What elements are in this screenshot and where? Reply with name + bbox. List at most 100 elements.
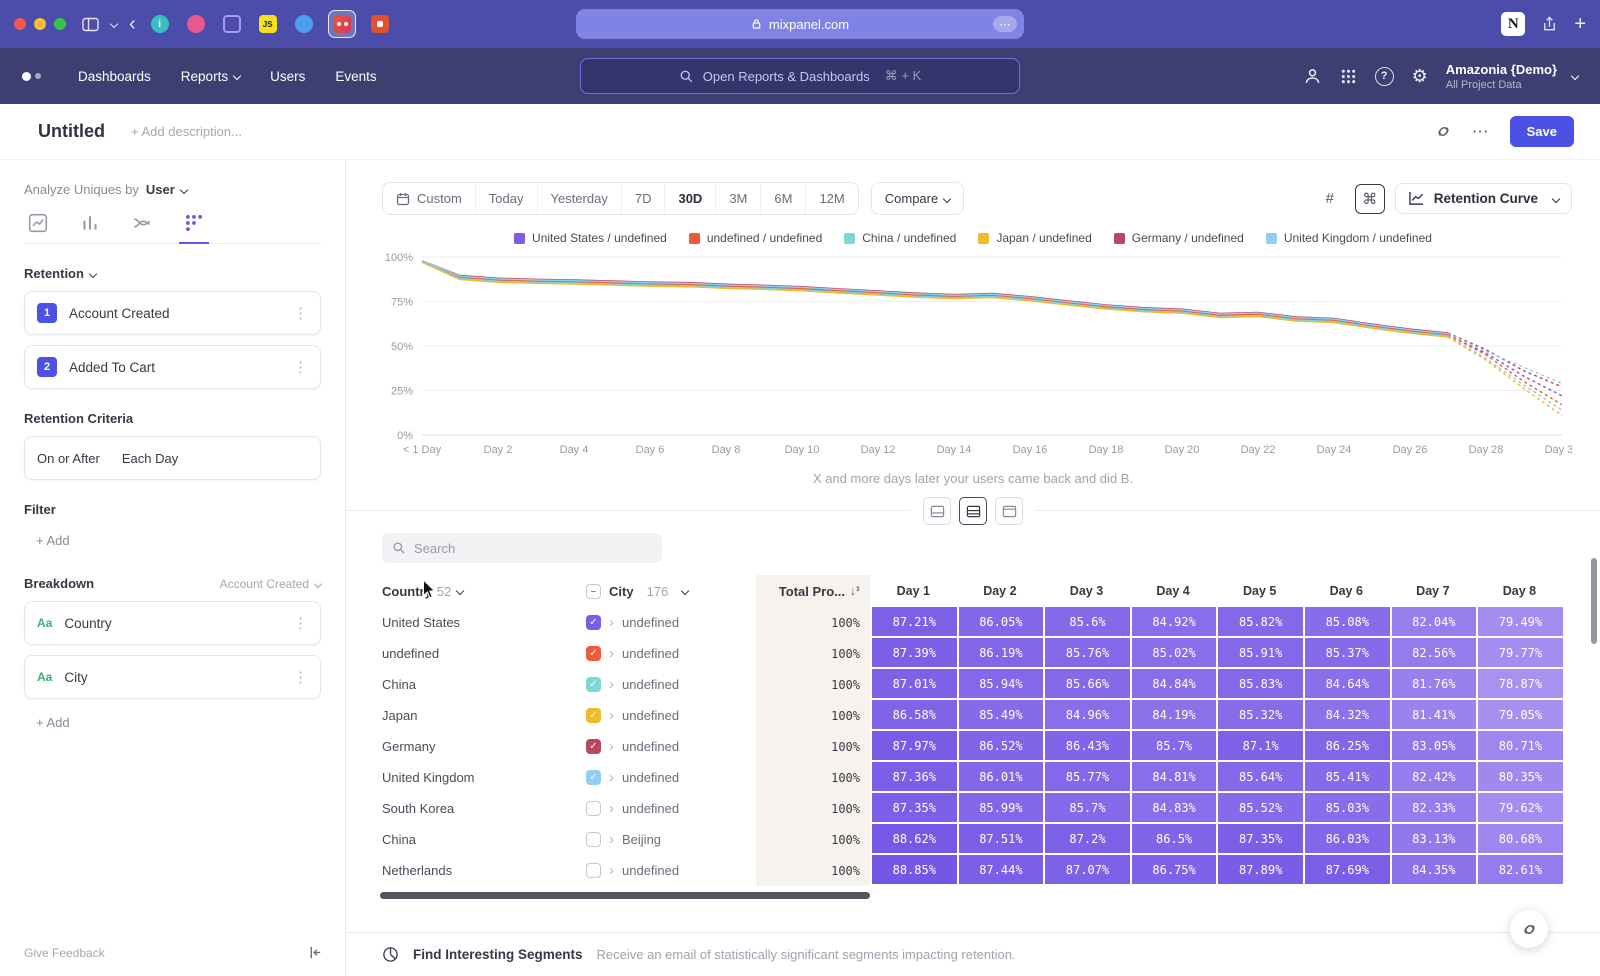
row-checkbox[interactable]: ✓ xyxy=(586,708,601,723)
legend-item[interactable]: Germany / undefined xyxy=(1114,231,1244,245)
more-options-button[interactable]: ⋯ xyxy=(1472,122,1490,142)
add-description-field[interactable]: + Add description... xyxy=(131,124,242,139)
close-window-button[interactable] xyxy=(14,18,26,30)
legend-item[interactable]: China / undefined xyxy=(844,231,956,245)
analyze-entity-selector[interactable]: User xyxy=(146,182,187,197)
select-all-checkbox[interactable]: – xyxy=(586,584,601,599)
tab-favicon-info-icon[interactable]: i xyxy=(148,12,172,36)
kebab-menu-icon[interactable]: ⋮ xyxy=(293,614,308,632)
tab-insights-icon[interactable] xyxy=(28,213,48,243)
command-icon[interactable]: ⌘ xyxy=(1355,184,1385,214)
add-breakdown-button[interactable]: + Add xyxy=(24,715,70,730)
col-header-day[interactable]: Day 5 xyxy=(1216,584,1303,598)
col-header-city[interactable]: – City176 xyxy=(562,584,756,599)
criteria-primary[interactable]: On or After xyxy=(37,451,100,466)
share-link-floating-button[interactable] xyxy=(1510,910,1548,948)
date-range-30d[interactable]: 30D xyxy=(665,183,716,214)
criteria-secondary[interactable]: Each Day xyxy=(122,451,178,466)
legend-item[interactable]: undefined / undefined xyxy=(689,231,822,245)
criteria-card[interactable]: On or After Each Day xyxy=(24,436,321,480)
retention-step[interactable]: 2Added To Cart⋮ xyxy=(24,345,321,389)
segments-title[interactable]: Find Interesting Segments xyxy=(413,947,583,962)
apps-grid-icon[interactable] xyxy=(1340,68,1357,85)
row-checkbox[interactable]: ✓ xyxy=(586,646,601,661)
zoom-window-button[interactable] xyxy=(54,18,66,30)
tab-retention-icon[interactable] xyxy=(184,213,204,243)
col-header-day[interactable]: Day 8 xyxy=(1476,584,1563,598)
date-range-3m[interactable]: 3M xyxy=(716,183,761,214)
nav-item-users[interactable]: Users xyxy=(255,69,320,84)
expand-chevron-icon[interactable]: › xyxy=(609,708,614,723)
row-checkbox[interactable]: ✓ xyxy=(586,677,601,692)
nav-item-dashboards[interactable]: Dashboards xyxy=(63,69,166,84)
help-icon[interactable]: ? xyxy=(1375,67,1394,86)
expand-chevron-icon[interactable]: › xyxy=(609,770,614,785)
kebab-menu-icon[interactable]: ⋮ xyxy=(293,358,308,376)
gear-icon[interactable]: ⚙ xyxy=(1412,67,1428,85)
col-header-day[interactable]: Day 3 xyxy=(1043,584,1130,598)
tab-favicon-blue-icon[interactable] xyxy=(292,12,316,36)
nav-item-events[interactable]: Events xyxy=(320,69,391,84)
tab-funnels-icon[interactable] xyxy=(80,213,100,243)
date-range-today[interactable]: Today xyxy=(476,183,538,214)
copy-link-icon[interactable] xyxy=(1435,123,1452,140)
date-range-12m[interactable]: 12M xyxy=(806,183,857,214)
page-title[interactable]: Untitled xyxy=(38,121,105,142)
add-filter-button[interactable]: + Add xyxy=(24,533,70,548)
view-split-icon[interactable] xyxy=(959,497,987,525)
expand-chevron-icon[interactable]: › xyxy=(609,615,614,630)
global-search-bar[interactable]: Open Reports & Dashboards ⌘ + K xyxy=(580,58,1020,94)
expand-chevron-icon[interactable]: › xyxy=(609,863,614,878)
kebab-menu-icon[interactable]: ⋮ xyxy=(293,668,308,686)
date-range-7d[interactable]: 7D xyxy=(622,183,666,214)
breakdown-context-selector[interactable]: Account Created xyxy=(220,577,321,591)
table-search[interactable] xyxy=(382,533,662,563)
date-range-custom[interactable]: Custom xyxy=(383,183,476,214)
share-icon[interactable] xyxy=(1541,15,1558,33)
row-checkbox[interactable] xyxy=(586,801,601,816)
breakdown-item[interactable]: AaCountry⋮ xyxy=(24,601,321,645)
horizontal-scrollbar[interactable] xyxy=(380,892,870,899)
expand-chevron-icon[interactable]: › xyxy=(609,832,614,847)
tab-mixpanel-icon[interactable] xyxy=(328,10,356,38)
legend-item[interactable]: United Kingdom / undefined xyxy=(1266,231,1432,245)
tab-favicon-pink-icon[interactable] xyxy=(184,12,208,36)
expand-chevron-icon[interactable]: › xyxy=(609,646,614,661)
chevron-down-icon[interactable] xyxy=(111,21,117,27)
row-checkbox[interactable]: ✓ xyxy=(586,739,601,754)
view-table-only-icon[interactable] xyxy=(995,497,1023,525)
tab-favicon-red-icon[interactable] xyxy=(368,12,392,36)
col-header-day[interactable]: Day 4 xyxy=(1130,584,1217,598)
tab-favicon-js-icon[interactable]: JS xyxy=(256,12,280,36)
new-tab-icon[interactable]: + xyxy=(1574,13,1586,36)
back-icon[interactable]: ‹ xyxy=(129,13,136,36)
tab-flows-icon[interactable] xyxy=(132,213,152,243)
row-checkbox[interactable]: ✓ xyxy=(586,770,601,785)
row-checkbox[interactable]: ✓ xyxy=(586,615,601,630)
legend-item[interactable]: Japan / undefined xyxy=(978,231,1091,245)
col-header-total[interactable]: Total Pro...↓¹ xyxy=(756,575,870,607)
table-search-input[interactable] xyxy=(414,541,634,556)
compare-button[interactable]: Compare xyxy=(871,182,964,215)
row-checkbox[interactable] xyxy=(586,863,601,878)
address-bar[interactable]: mixpanel.com ⋯ xyxy=(576,9,1024,39)
nav-item-reports[interactable]: Reports xyxy=(166,69,255,84)
browser-sidebar-icon[interactable] xyxy=(82,17,99,32)
expand-chevron-icon[interactable]: › xyxy=(609,739,614,754)
address-bar-more-button[interactable]: ⋯ xyxy=(993,16,1017,32)
minimize-window-button[interactable] xyxy=(34,18,46,30)
vertical-scrollbar[interactable] xyxy=(1591,558,1597,644)
col-header-day[interactable]: Day 7 xyxy=(1390,584,1477,598)
view-chart-only-icon[interactable] xyxy=(923,497,951,525)
col-header-day[interactable]: Day 1 xyxy=(870,584,957,598)
project-switcher[interactable]: Amazonia {Demo} All Project Data xyxy=(1446,62,1578,91)
date-range-yesterday[interactable]: Yesterday xyxy=(538,183,622,214)
mixpanel-logo[interactable] xyxy=(22,72,41,81)
col-header-country[interactable]: Country52 xyxy=(382,584,562,599)
save-button[interactable]: Save xyxy=(1510,116,1574,147)
kebab-menu-icon[interactable]: ⋮ xyxy=(293,304,308,322)
breakdown-item[interactable]: AaCity⋮ xyxy=(24,655,321,699)
retention-section-heading[interactable]: Retention xyxy=(24,266,321,281)
user-report-icon[interactable] xyxy=(1303,67,1322,86)
retention-step[interactable]: 1Account Created⋮ xyxy=(24,291,321,335)
